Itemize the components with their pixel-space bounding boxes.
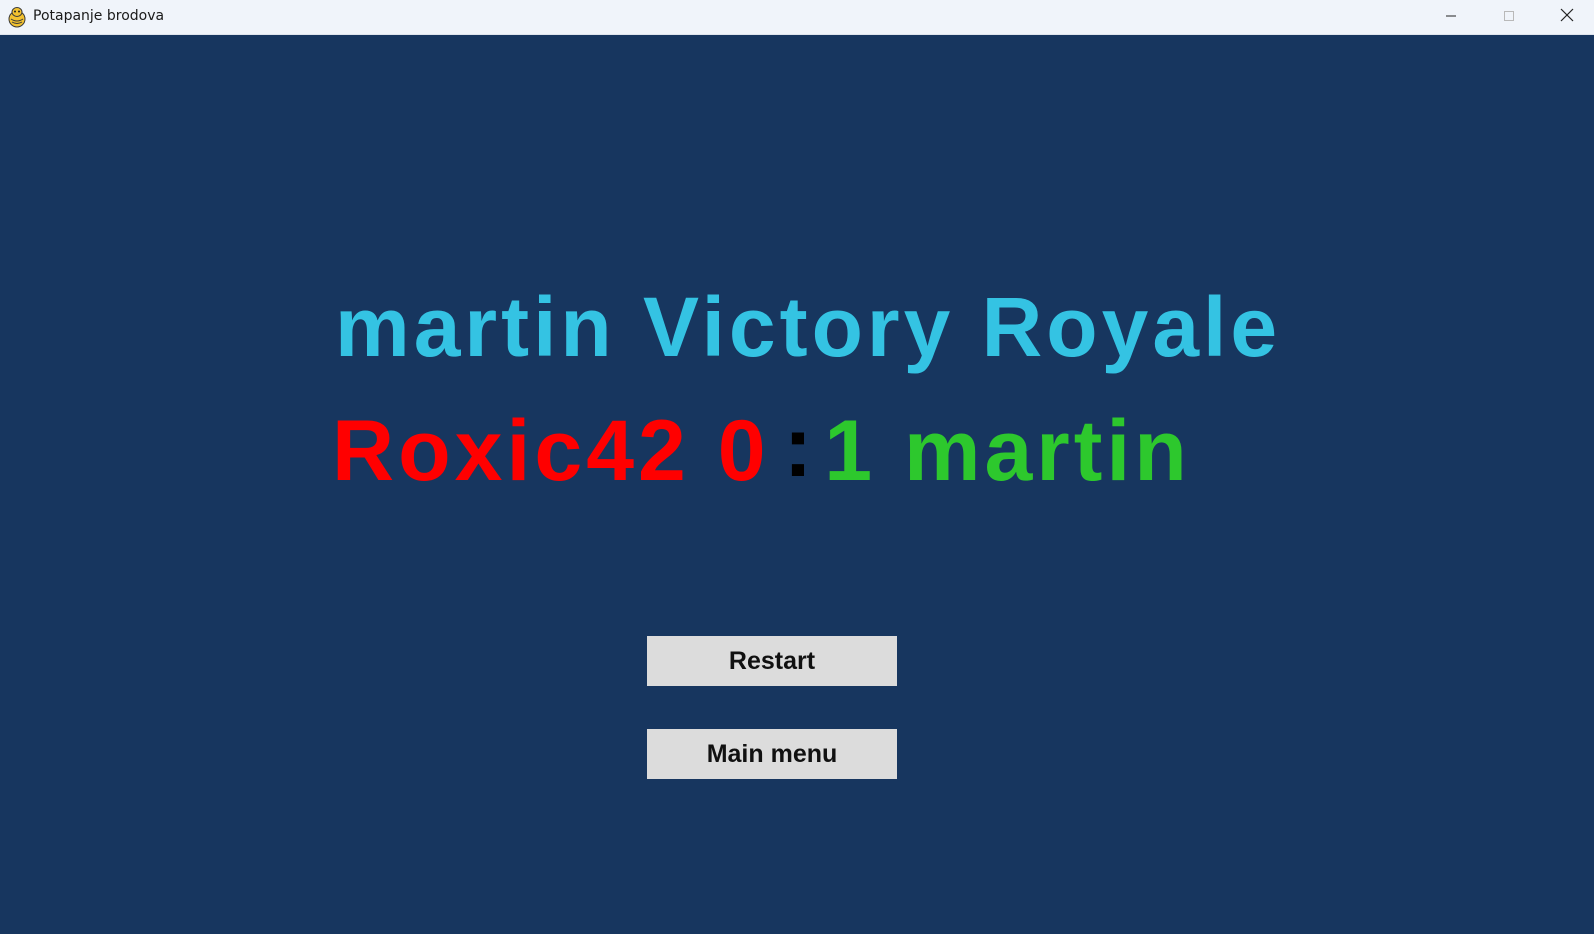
loser-score: 0 (717, 403, 770, 499)
score-separator: : (783, 399, 817, 495)
app-window: Potapanje brodova martin Victory Royale … (0, 0, 1594, 934)
close-icon (1560, 8, 1574, 27)
score-line: Roxic42 0:1 martin (332, 404, 1191, 494)
winner-name: martin (904, 403, 1191, 499)
victory-message: martin Victory Royale (335, 280, 1282, 374)
restart-button[interactable]: Restart (647, 636, 897, 686)
maximize-button[interactable] (1480, 0, 1538, 35)
main-menu-button[interactable]: Main menu (647, 729, 897, 779)
loser-name: Roxic42 (332, 403, 690, 499)
title-bar[interactable]: Potapanje brodova (0, 0, 1594, 35)
game-over-screen: martin Victory Royale Roxic42 0:1 martin… (0, 35, 1594, 934)
minimize-icon (1445, 9, 1457, 27)
close-button[interactable] (1538, 0, 1594, 35)
maximize-icon (1503, 9, 1515, 27)
minimize-button[interactable] (1422, 0, 1480, 35)
pygame-snake-icon (7, 6, 27, 28)
winner-score: 1 (824, 403, 877, 499)
window-title: Potapanje brodova (33, 8, 165, 24)
